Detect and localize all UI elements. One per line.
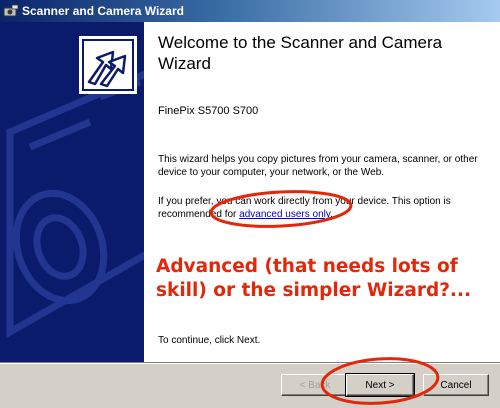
wizard-content: Welcome to the Scanner and Camera Wizard…	[0, 22, 500, 362]
window-title: Scanner and Camera Wizard	[22, 4, 184, 18]
button-divider	[0, 362, 500, 364]
continue-instruction: To continue, click Next.	[158, 335, 261, 346]
wizard-heading: Welcome to the Scanner and Camera Wizard	[158, 33, 443, 73]
scanner-camera-wizard-window: Scanner and Camera Wizard Welcome to the…	[0, 0, 500, 408]
wizard-sidebar	[0, 22, 144, 362]
preference-end: .	[330, 209, 333, 220]
wizard-description: This wizard helps you copy pictures from…	[158, 154, 478, 178]
advanced-users-link[interactable]: advanced users only	[239, 209, 330, 220]
wizard-main-panel: Welcome to the Scanner and Camera Wizard…	[144, 22, 500, 362]
scanner-camera-icon	[3, 4, 19, 17]
cancel-button[interactable]: Cancel	[423, 374, 489, 396]
next-button[interactable]: Next >	[345, 373, 415, 397]
wizard-logo	[79, 36, 137, 94]
handwritten-annotation: Advanced (that needs lots of skill) or t…	[156, 256, 472, 301]
device-name: FinePix S5700 S700	[158, 105, 259, 117]
back-button[interactable]: < Back	[281, 374, 349, 396]
title-bar[interactable]: Scanner and Camera Wizard	[0, 0, 500, 22]
wizard-arrows-icon	[82, 39, 134, 91]
preference-paragraph: If you prefer, you can work directly fro…	[158, 195, 478, 221]
